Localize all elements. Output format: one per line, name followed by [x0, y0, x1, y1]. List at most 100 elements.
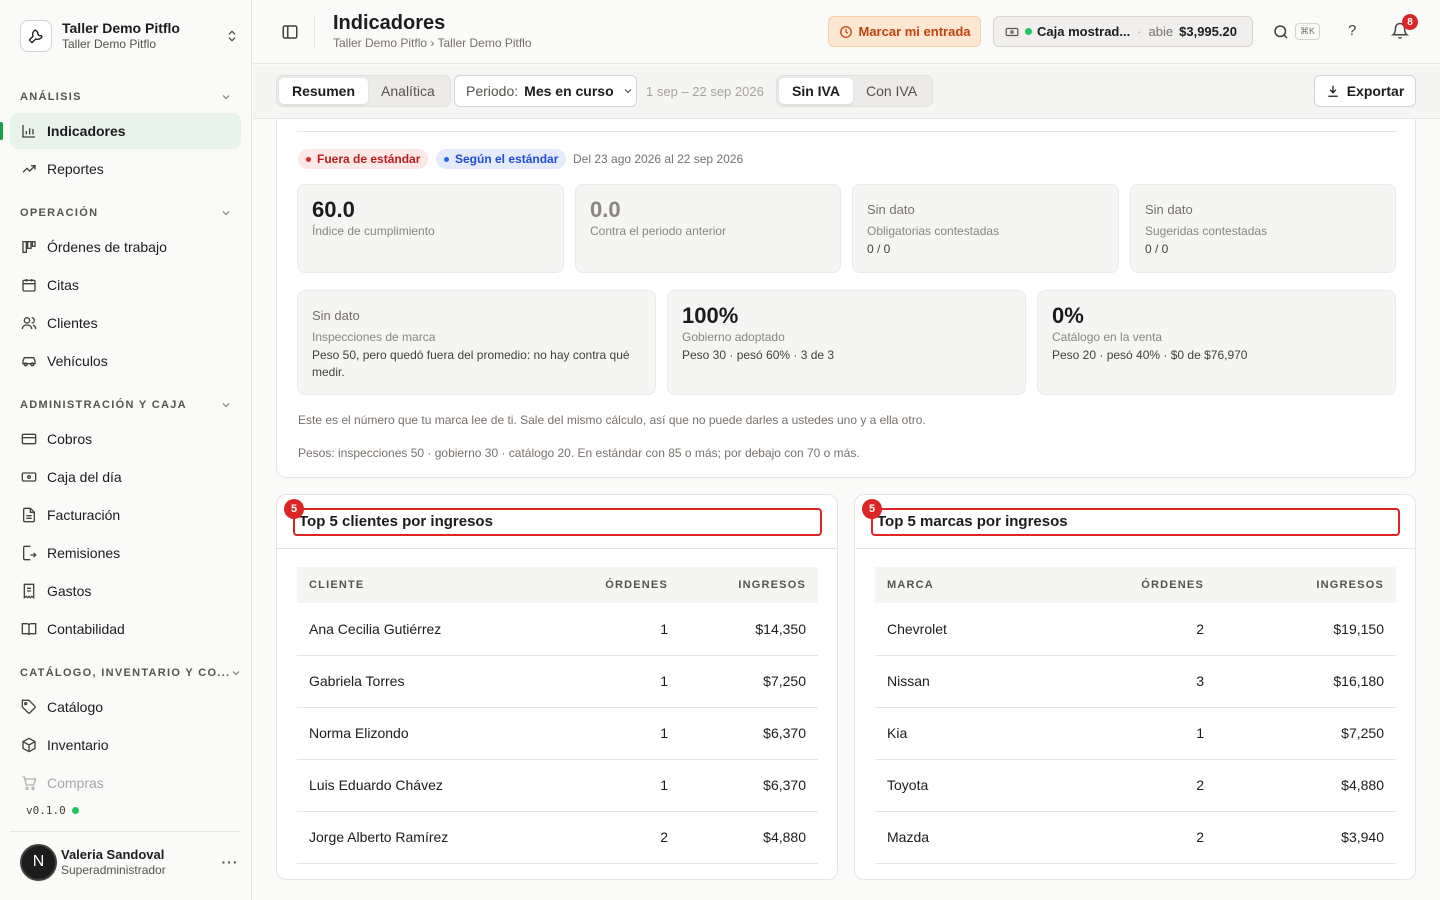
caja-name: Caja mostrad... [1037, 24, 1131, 39]
section-administracion[interactable]: ADMINISTRACIÓN Y CAJA [20, 399, 232, 411]
marcar-entrada-button[interactable]: Marcar mi entrada [828, 16, 981, 47]
table-row[interactable]: Gabriela Torres 1 $7,250 [297, 655, 818, 708]
metric-obligatorias: Sin dato Obligatorias contestadas 0 / 0 [852, 184, 1119, 273]
top-clients-header: 5 Top 5 clientes por ingresos [277, 495, 837, 549]
user-menu[interactable]: N Valeria Sandoval Superadministrador ··… [20, 843, 240, 881]
table-row[interactable]: Jorge Alberto Ramírez 2 $4,880 [297, 811, 818, 864]
table-row[interactable]: Kia 1 $7,250 [875, 707, 1396, 760]
sidebar-toggle-icon[interactable] [281, 23, 299, 41]
sidebar-item-inventario[interactable]: Inventario [10, 727, 241, 763]
chevron-down-icon [233, 671, 240, 676]
sidebar-item-catalogo[interactable]: Catálogo [10, 689, 241, 725]
section-catalogo[interactable]: CATÁLOGO, INVENTARIO Y CO... [20, 667, 240, 679]
breadcrumb: Taller Demo Pitflo › Taller Demo Pitflo [333, 36, 532, 50]
shortcut-hint: ⌘K [1295, 23, 1321, 40]
sidebar-item-ordenes[interactable]: Órdenes de trabajo [10, 229, 241, 265]
table-row[interactable]: Chevrolet 2 $19,150 [875, 603, 1396, 656]
table-row[interactable]: Luis Eduardo Chávez 1 $6,370 [297, 759, 818, 812]
table-row[interactable]: Mazda 2 $3,940 [875, 811, 1396, 864]
export-button[interactable]: Exportar [1314, 75, 1416, 107]
sidebar-item-caja[interactable]: Caja del día [10, 459, 241, 495]
section-operacion[interactable]: OPERACIÓN [20, 207, 232, 219]
metric-sugeridas: Sin dato Sugeridas contestadas 0 / 0 [1130, 184, 1396, 273]
sidebar-item-gastos[interactable]: Gastos [10, 573, 241, 609]
clock-icon [839, 25, 852, 38]
sidebar-item-reportes[interactable]: Reportes [10, 151, 241, 187]
status-dot [71, 807, 79, 814]
sidebar-item-indicadores[interactable]: Indicadores [10, 113, 241, 149]
sidebar-item-compras[interactable]: Compras [10, 765, 241, 801]
chevron-up-down-icon [228, 30, 236, 42]
table-row[interactable]: Norma Elizondo 1 $6,370 [297, 707, 818, 760]
col-marca[interactable]: MARCA [875, 567, 1115, 603]
table-row[interactable]: Toyota 2 $4,880 [875, 759, 1396, 812]
trend-up-icon [20, 161, 37, 178]
compliance-note: Este es el número que tu marca lee de ti… [298, 413, 926, 427]
tab-analitica[interactable]: Analítica [368, 78, 448, 104]
caja-selector[interactable]: Caja mostrad... · abie $3,995.20 [993, 16, 1253, 47]
package-icon [20, 737, 37, 754]
workspace-name: Taller Demo Pitflo [62, 20, 180, 36]
top-brands-title: Top 5 marcas por ingresos [871, 508, 1400, 536]
metric-gobierno: 100% Gobierno adoptado Peso 30 · pesó 60… [667, 290, 1026, 395]
top-clients-card: 5 Top 5 clientes por ingresos CLIENTE ÓR… [276, 494, 838, 880]
sidebar-item-contabilidad[interactable]: Contabilidad [10, 611, 241, 647]
col-cliente[interactable]: CLIENTE [297, 567, 577, 603]
help-icon[interactable]: ? [1348, 22, 1356, 39]
users-icon [20, 315, 37, 332]
banknote-icon [20, 469, 37, 486]
table-header-row: CLIENTE ÓRDENES INGRESOS [297, 567, 818, 603]
car-icon [20, 353, 37, 370]
more-icon[interactable]: ··· [220, 854, 240, 870]
count-badge: 5 [284, 499, 304, 519]
table-row[interactable]: Ana Cecilia Gutiérrez 1 $14,350 [297, 603, 818, 656]
sidebar-item-vehiculos[interactable]: Vehículos [10, 343, 241, 379]
section-analisis[interactable]: ANÁLISIS [20, 91, 232, 103]
calendar-icon [20, 277, 37, 294]
col-ingresos[interactable]: INGRESOS [680, 567, 818, 603]
periodo-select[interactable]: Periodo: Mes en curso [454, 75, 637, 107]
caja-separator: · [1137, 24, 1142, 39]
search-icon[interactable] [1272, 23, 1290, 41]
notification-badge: 8 [1402, 14, 1418, 30]
user-role: Superadministrador [61, 862, 166, 877]
kanban-icon [20, 239, 37, 256]
periodo-value: Mes en curso [524, 83, 614, 99]
shopping-cart-icon [20, 775, 37, 792]
col-ordenes[interactable]: ÓRDENES [577, 567, 680, 603]
workspace-subtitle: Taller Demo Pitflo [62, 37, 157, 51]
app-version: v0.1.0 [26, 804, 79, 817]
top-clients-title: Top 5 clientes por ingresos [293, 508, 822, 536]
caja-state: abie [1148, 24, 1174, 39]
sidebar-item-cobros[interactable]: Cobros [10, 421, 241, 457]
metric-periodo-anterior: 0.0 Contra el periodo anterior [575, 184, 841, 273]
bar-chart-icon [20, 123, 37, 140]
sidebar-item-citas[interactable]: Citas [10, 267, 241, 303]
credit-card-icon [20, 431, 37, 448]
periodo-label: Periodo: [466, 83, 519, 99]
col-ordenes[interactable]: ÓRDENES [1115, 567, 1216, 603]
banknote-icon [1005, 27, 1019, 36]
wrench-icon [20, 20, 52, 52]
metric-inspecciones: Sin dato Inspecciones de marca Peso 50, … [297, 290, 656, 395]
table-row[interactable]: Nissan 3 $16,180 [875, 655, 1396, 708]
tab-con-iva[interactable]: Con IVA [853, 78, 930, 104]
sidebar-item-clientes[interactable]: Clientes [10, 305, 241, 341]
workspace-switcher[interactable]: Taller Demo Pitflo Taller Demo Pitflo [20, 18, 240, 54]
tab-sin-iva[interactable]: Sin IVA [779, 78, 853, 104]
file-export-icon [20, 545, 37, 562]
col-ingresos[interactable]: INGRESOS [1216, 567, 1396, 603]
top-header: Indicadores Taller Demo Pitflo › Taller … [253, 0, 1440, 64]
metric-catalogo: 0% Catálogo en la venta Peso 20 · pesó 4… [1037, 290, 1396, 395]
sidebar-item-remisiones[interactable]: Remisiones [10, 535, 241, 571]
header-divider [314, 16, 315, 48]
sidebar: Taller Demo Pitflo Taller Demo Pitflo AN… [0, 0, 252, 900]
sidebar-item-facturacion[interactable]: Facturación [10, 497, 241, 533]
top-brands-card: 5 Top 5 marcas por ingresos MARCA ÓRDENE… [854, 494, 1416, 880]
table-header-row: MARCA ÓRDENES INGRESOS [875, 567, 1396, 603]
chevron-down-icon [222, 211, 230, 216]
tab-resumen[interactable]: Resumen [279, 78, 369, 104]
toolbar: Resumen Analítica Periodo: Mes en curso … [253, 65, 1440, 119]
top-clients-table: CLIENTE ÓRDENES INGRESOS Ana Cecilia Gut… [297, 567, 818, 864]
page-title: Indicadores [333, 12, 446, 34]
